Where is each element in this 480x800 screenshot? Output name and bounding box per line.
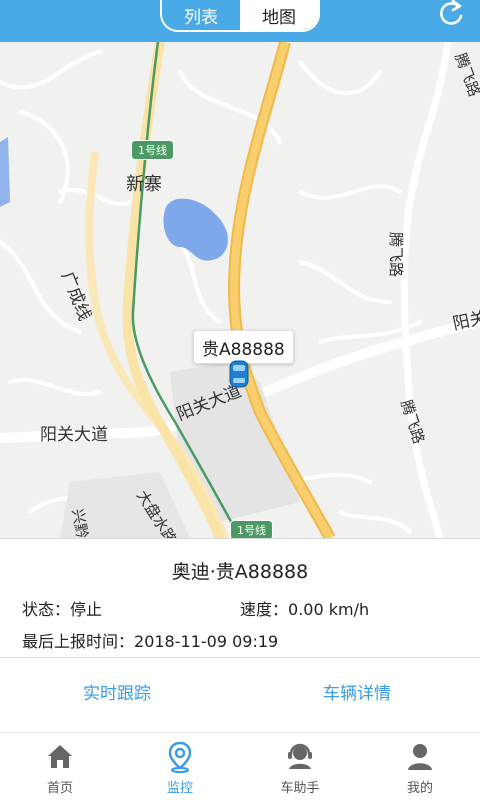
- map-label-xinzhai: 新寨: [126, 174, 162, 195]
- top-bar: 列表 地图: [0, 0, 480, 42]
- tab-list[interactable]: 列表: [162, 0, 240, 30]
- speed-value: 0.00 km/h: [288, 600, 370, 619]
- speed-label: 速度：: [240, 600, 289, 619]
- speed-row: 速度：0.00 km/h: [240, 596, 369, 620]
- vehicle-name: 奥迪·贵A88888: [171, 561, 309, 583]
- location-pin-icon: [165, 741, 195, 777]
- realtime-track-button[interactable]: 实时跟踪: [83, 679, 151, 704]
- home-icon: [45, 741, 75, 775]
- nav-label: 首页: [46, 781, 73, 796]
- nav-item-monitor[interactable]: 监控: [120, 733, 240, 800]
- vehicle-detail-button[interactable]: 车辆详情: [323, 679, 391, 704]
- refresh-icon[interactable]: [434, 0, 468, 30]
- nav-label: 车助手: [280, 781, 320, 796]
- user-icon: [405, 741, 435, 775]
- nav-item-assistant[interactable]: 车助手: [240, 733, 360, 800]
- bottom-nav: 首页 监控 车助手 我的: [0, 732, 480, 800]
- nav-label: 监控: [166, 781, 193, 796]
- report-time-value: 2018-11-09 09:19: [134, 632, 279, 651]
- map-label-tengfei-2: 腾飞路: [387, 232, 405, 278]
- map-view[interactable]: 新寨 广成线 阳关大道 阳关大道 阳关 腾飞路 腾飞路 腾飞路 兴黔 大盘水路 …: [0, 42, 480, 538]
- view-toggle: 列表 地图: [160, 0, 320, 32]
- status-label: 状态：: [22, 600, 71, 619]
- car-plate-tag[interactable]: 贵A88888: [193, 330, 294, 364]
- headset-icon: [285, 741, 315, 775]
- status-value: 停止: [70, 600, 103, 619]
- nav-item-home[interactable]: 首页: [0, 733, 120, 800]
- nav-item-mine[interactable]: 我的: [360, 733, 480, 800]
- metro-badge: 1号线: [131, 140, 174, 160]
- tab-map[interactable]: 地图: [240, 0, 318, 30]
- map-label-yangguan-left: 阳关大道: [40, 425, 108, 445]
- vehicle-info-panel: 奥迪·贵A88888 状态：停止 速度：0.00 km/h 最后上报时间：201…: [0, 538, 480, 658]
- status-row: 状态：停止: [22, 596, 102, 620]
- nav-label: 我的: [406, 781, 433, 796]
- report-time-row: 最后上报时间：2018-11-09 09:19: [22, 628, 278, 652]
- metro-badge: 1号线: [230, 520, 273, 538]
- report-time-label: 最后上报时间：: [22, 632, 135, 651]
- action-bar: 实时跟踪 车辆详情: [0, 659, 480, 731]
